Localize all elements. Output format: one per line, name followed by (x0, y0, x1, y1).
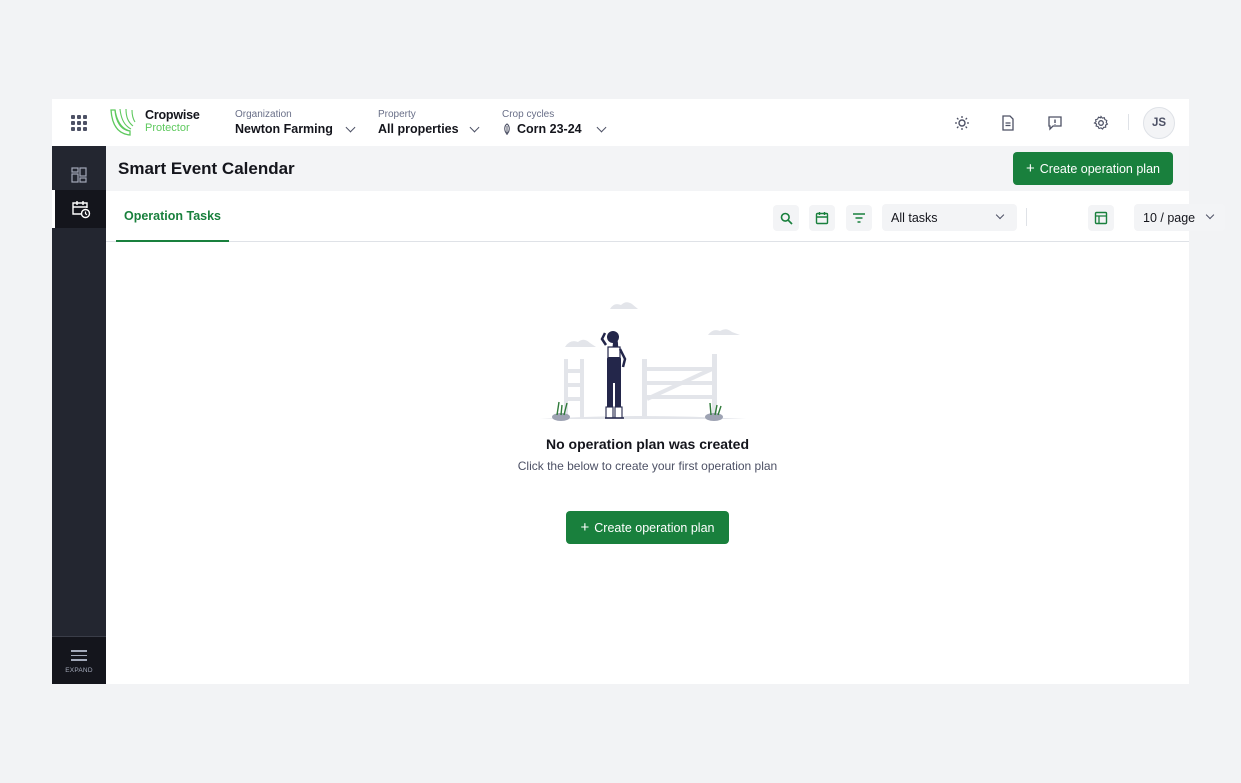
sidebar-expand-button[interactable]: EXPAND (52, 636, 106, 684)
empty-state: No operation plan was created Click the … (106, 242, 1189, 684)
header-divider (1128, 114, 1129, 130)
search-button[interactable] (773, 205, 799, 231)
settings-icon[interactable] (1092, 114, 1110, 132)
top-header: Cropwise Protector Organization Newton F… (52, 99, 1189, 146)
cropwise-logo[interactable]: Cropwise Protector (108, 107, 200, 137)
page-size-select[interactable]: 10 / page (1134, 204, 1225, 231)
property-caption: Property (378, 109, 416, 120)
logo-product: Protector (145, 122, 190, 134)
document-icon[interactable] (999, 114, 1017, 132)
expand-label: EXPAND (65, 666, 93, 674)
app-launcher-icon[interactable] (70, 114, 88, 132)
calendar-clock-icon (71, 201, 90, 219)
app-window: Cropwise Protector Organization Newton F… (52, 99, 1225, 684)
user-avatar[interactable]: JS (1143, 107, 1175, 139)
create-first-operation-plan-button[interactable]: + Create operation plan (566, 511, 729, 544)
create-operation-plan-button[interactable]: + Create operation plan (1013, 152, 1173, 185)
tab-operation-tasks[interactable]: Operation Tasks (116, 191, 229, 242)
page-header: Smart Event Calendar + Create operation … (106, 146, 1189, 191)
crop-cycles-caption: Crop cycles (502, 109, 555, 120)
empty-state-subtitle: Click the below to create your first ope… (517, 459, 778, 473)
organization-value: Newton Farming (235, 122, 333, 136)
tasks-filter-select[interactable]: All tasks (882, 204, 1017, 231)
crop-cycles-value: Corn 23-24 (517, 122, 582, 136)
page-size-value: 10 / page (1143, 210, 1196, 225)
farmer-gate-illustration (540, 302, 746, 421)
calendar-icon (815, 212, 829, 225)
crop-cycles-selector[interactable]: Crop cycles Corn 23-24 (502, 108, 607, 137)
property-selector[interactable]: Property All properties (378, 108, 483, 137)
cropwise-leaf-icon (110, 108, 136, 136)
corn-icon (504, 122, 510, 135)
menu-icon (71, 647, 87, 664)
property-value: All properties (378, 122, 459, 136)
organization-selector[interactable]: Organization Newton Farming (235, 108, 360, 137)
sidebar: EXPAND (52, 146, 106, 684)
plus-icon: + (1026, 160, 1035, 177)
toolbar-divider (1026, 208, 1027, 226)
sidebar-item-dashboard[interactable] (52, 156, 106, 194)
plus-icon: + (580, 519, 590, 536)
create-operation-plan-label: Create operation plan (1039, 161, 1160, 176)
sidebar-item-smart-event-calendar[interactable] (52, 190, 106, 228)
search-icon (780, 212, 793, 225)
tasks-filter-value: All tasks (891, 210, 938, 225)
empty-state-title: No operation plan was created (545, 436, 750, 452)
chevron-down-icon (1205, 210, 1215, 220)
organization-caption: Organization (235, 109, 292, 120)
page-title: Smart Event Calendar (118, 159, 295, 178)
create-first-operation-plan-label: Create operation plan (594, 520, 715, 535)
logo-name: Cropwise (145, 108, 200, 122)
tasks-toolbar: Operation Tasks All tasks 10 / page (106, 191, 1225, 242)
weather-icon[interactable] (953, 114, 971, 132)
filter-button[interactable] (846, 205, 872, 231)
filter-icon (853, 213, 865, 223)
feedback-icon[interactable] (1046, 114, 1064, 132)
chevron-down-icon (995, 210, 1005, 220)
dashboard-icon (71, 167, 87, 183)
table-view-button[interactable] (1088, 205, 1114, 231)
calendar-button[interactable] (809, 205, 835, 231)
table-view-icon (1094, 211, 1108, 225)
